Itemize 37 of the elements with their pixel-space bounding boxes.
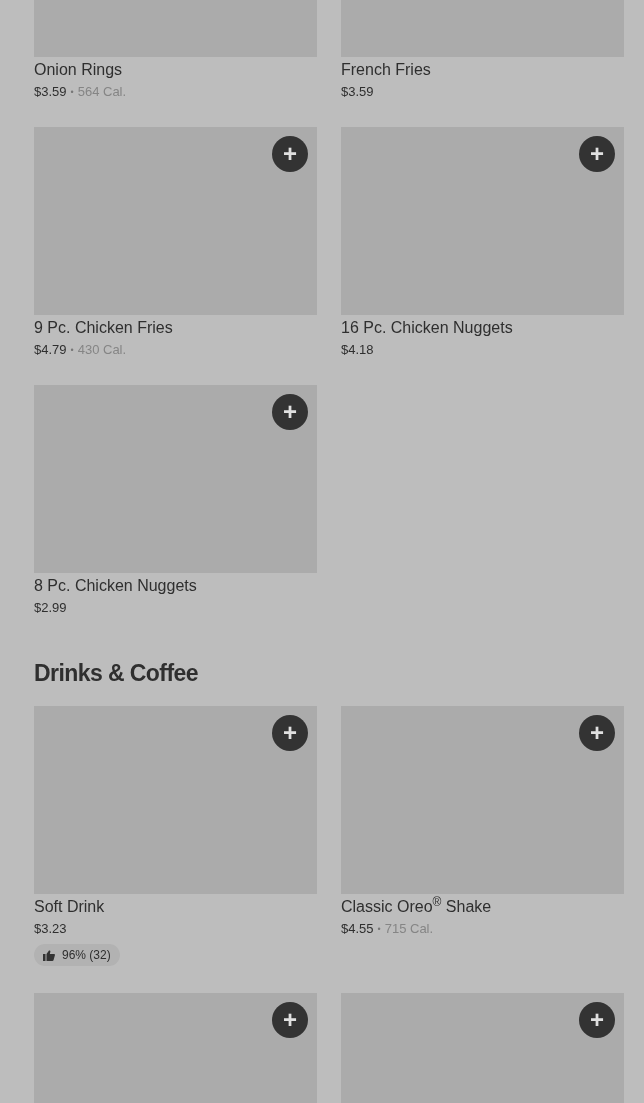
add-button[interactable]: + <box>272 136 308 172</box>
section-heading: Drinks & Coffee <box>34 659 199 688</box>
item-name: 8 Pc. Chicken Nuggets <box>34 576 197 596</box>
item-price: $2.99 <box>34 599 67 617</box>
calorie-count: 715 Cal. <box>384 920 434 938</box>
rating-badge: 96% (32) <box>34 944 120 966</box>
image-placeholder[interactable]: + <box>341 992 624 1103</box>
item-price: $3.59 <box>341 83 374 101</box>
item-name: Soft Drink <box>34 897 105 917</box>
item-name: Onion Rings <box>34 60 123 80</box>
image-placeholder[interactable]: + <box>34 127 317 315</box>
image-placeholder[interactable]: + <box>34 992 317 1103</box>
item-price: $4.55 <box>341 920 374 938</box>
separator-dot: • <box>377 923 381 936</box>
add-button[interactable]: + <box>579 715 615 751</box>
calorie-count: 430 Cal. <box>77 341 127 359</box>
separator-dot: • <box>70 86 74 99</box>
add-button[interactable]: + <box>272 715 308 751</box>
item-price: $4.79 <box>34 341 67 359</box>
item-name: Classic Oreo$^{®}$ Shake <box>341 895 492 917</box>
image-placeholder[interactable]: + <box>341 706 624 894</box>
add-button[interactable]: + <box>272 1001 308 1038</box>
image-placeholder[interactable]: + <box>34 706 317 894</box>
calorie-count: 564 Cal. <box>77 83 127 101</box>
separator-dot: • <box>70 344 74 357</box>
item-price: $3.23 <box>34 920 67 938</box>
add-button[interactable]: + <box>272 394 308 430</box>
item-price: $4.18 <box>341 341 374 359</box>
item-name: 9 Pc. Chicken Fries <box>34 318 173 338</box>
add-button[interactable]: + <box>579 136 615 172</box>
image-placeholder[interactable]: + <box>34 385 317 573</box>
image-placeholder[interactable]: + <box>341 127 624 315</box>
thumbs-up-icon <box>43 949 55 961</box>
item-price: $3.59 <box>34 83 67 101</box>
add-button[interactable]: + <box>579 1001 615 1038</box>
item-name: French Fries <box>341 60 431 80</box>
item-name: 16 Pc. Chicken Nuggets <box>341 318 513 338</box>
